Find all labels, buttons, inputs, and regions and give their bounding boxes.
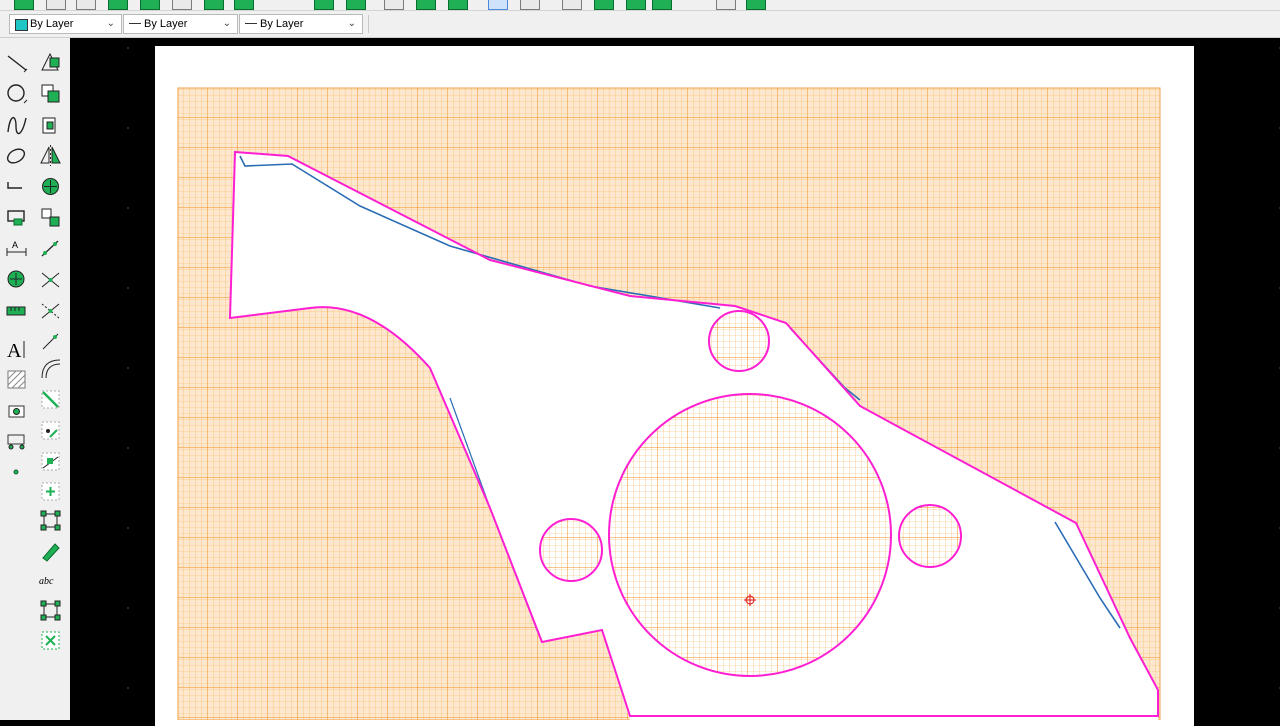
block-tool-5-icon[interactable]: [448, 0, 468, 10]
block-tool-4-icon[interactable]: [416, 0, 436, 10]
text-icon[interactable]: A: [4, 336, 30, 362]
snap-end-icon[interactable]: [594, 0, 614, 10]
chamfer-icon[interactable]: [38, 387, 64, 413]
svg-text:A: A: [12, 240, 18, 250]
layer-color-value: By Layer: [30, 18, 74, 30]
properties-toolbar: By Layer ⌄ By Layer ⌄ By Layer ⌄: [0, 11, 1280, 38]
snap-free-icon[interactable]: [716, 0, 736, 10]
delete-selection-icon[interactable]: [38, 628, 64, 654]
linetype-glyph-icon: [129, 23, 141, 24]
trim-icon[interactable]: [38, 267, 64, 293]
select-window-icon[interactable]: [38, 50, 64, 76]
large-hole: [609, 394, 891, 676]
svg-text:A: A: [7, 340, 22, 362]
dimension-icon[interactable]: A: [4, 236, 30, 262]
polyline-icon[interactable]: [4, 174, 30, 200]
small-point-icon[interactable]: [4, 460, 30, 486]
rectangle-icon[interactable]: [4, 205, 30, 231]
layer-tool-2-icon[interactable]: [140, 0, 160, 10]
layer-color-combo[interactable]: By Layer ⌄: [9, 14, 122, 34]
spline-icon[interactable]: [4, 112, 30, 138]
array-icon[interactable]: [38, 205, 64, 231]
lineweight-glyph-icon: [245, 23, 257, 24]
snap-restrict-icon[interactable]: [746, 0, 766, 10]
chevron-down-icon: ⌄: [222, 18, 231, 29]
linetype-value: By Layer: [144, 18, 188, 30]
hatch-icon[interactable]: [4, 367, 30, 393]
ellipse-icon[interactable]: [4, 143, 30, 169]
mirror-icon[interactable]: [38, 143, 64, 169]
block-tool-3-icon[interactable]: [384, 0, 404, 10]
drawing-canvas[interactable]: [70, 38, 1280, 726]
layer-tool-3-icon[interactable]: [172, 0, 192, 10]
block-icon[interactable]: [4, 429, 30, 455]
copy-icon[interactable]: [38, 81, 64, 107]
left-toolbar: A A abc: [0, 38, 71, 720]
block-tool-2-icon[interactable]: [346, 0, 366, 10]
line-icon[interactable]: [4, 50, 30, 76]
snap-center-icon[interactable]: [652, 0, 672, 10]
layer-tool-4-icon[interactable]: [204, 0, 224, 10]
pencil-icon[interactable]: [38, 538, 64, 564]
measure-icon[interactable]: [4, 298, 30, 324]
spell-check-icon[interactable]: abc: [38, 568, 64, 594]
open-file-icon[interactable]: [46, 0, 66, 10]
point-icon[interactable]: [4, 267, 30, 293]
grid-snap-icon[interactable]: [488, 0, 508, 10]
explode-icon[interactable]: [38, 479, 64, 505]
edit-grips-icon[interactable]: [38, 508, 64, 534]
chevron-down-icon: ⌄: [347, 18, 356, 29]
snap-circle-icon[interactable]: [562, 0, 582, 10]
offset-icon[interactable]: [38, 329, 64, 355]
layer-tool-icon[interactable]: [108, 0, 128, 10]
lineweight-value: By Layer: [260, 18, 304, 30]
move-icon[interactable]: [38, 174, 64, 200]
select-all-icon[interactable]: [38, 598, 64, 624]
save-file-icon[interactable]: [76, 0, 96, 10]
toolbar-divider: [368, 15, 369, 33]
ortho-icon[interactable]: [520, 0, 540, 10]
spell-check-label: abc: [39, 576, 54, 587]
block-tool-icon[interactable]: [314, 0, 334, 10]
linetype-combo[interactable]: By Layer ⌄: [123, 14, 238, 34]
camera-icon[interactable]: [4, 398, 30, 424]
circle-icon[interactable]: [4, 81, 30, 107]
chevron-down-icon: ⌄: [106, 18, 115, 29]
new-file-icon[interactable]: [14, 0, 34, 10]
lineweight-combo[interactable]: By Layer ⌄: [239, 14, 363, 34]
extend-icon[interactable]: [38, 298, 64, 324]
scale-icon[interactable]: [38, 112, 64, 138]
layer-tool-5-icon[interactable]: [234, 0, 254, 10]
stretch-icon[interactable]: [38, 236, 64, 262]
main-toolbar: [0, 0, 1280, 11]
join-icon[interactable]: [38, 449, 64, 475]
fillet-icon[interactable]: [38, 356, 64, 382]
snap-mid-icon[interactable]: [626, 0, 646, 10]
break-icon[interactable]: [38, 418, 64, 444]
drawing-svg: [177, 87, 1161, 720]
color-swatch: [15, 19, 28, 31]
